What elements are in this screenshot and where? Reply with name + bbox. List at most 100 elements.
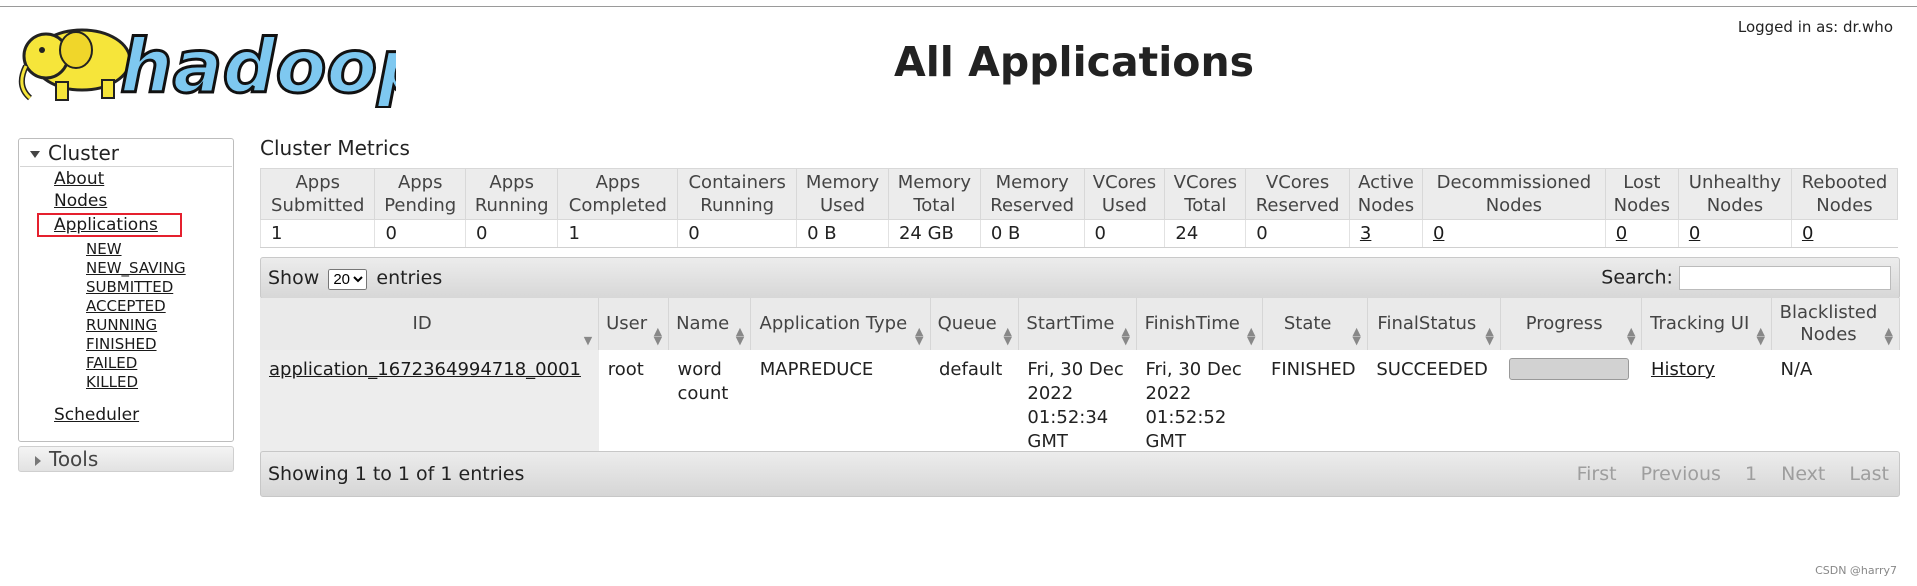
column-header-label: State	[1283, 313, 1332, 334]
app-user: root	[607, 359, 644, 380]
nav-scheduler-link[interactable]: Scheduler	[54, 405, 139, 425]
metric-header: VCores Total	[1164, 168, 1247, 220]
search-input[interactable]	[1679, 266, 1891, 290]
metric-header-word: VCores	[1092, 172, 1157, 193]
column-header-label: User	[606, 313, 648, 334]
nav-state-failed[interactable]: FAILED	[86, 354, 137, 372]
column-header[interactable]: State ▲ ▼	[1262, 298, 1368, 350]
app-final-status: SUCCEEDED	[1376, 359, 1488, 380]
column-header[interactable]: Queue ▲ ▼	[930, 298, 1019, 350]
nav-state-running[interactable]: RUNNING	[86, 316, 157, 334]
column-header[interactable]: FinishTime ▲ ▼	[1136, 298, 1263, 350]
sort-both-icon: ▲ ▼	[1627, 325, 1636, 347]
column-header-label: Nodes	[1800, 324, 1857, 345]
column-header[interactable]: Blacklisted Nodes ▲ ▼	[1771, 298, 1901, 350]
metric-header-word: Lost	[1623, 172, 1661, 193]
hadoop-logo[interactable]: hadoop	[16, 16, 432, 112]
metric-value: 1	[557, 219, 678, 248]
entries-info: Showing 1 to 1 of 1 entries	[268, 463, 525, 485]
metric-header: Decommissioned Nodes	[1421, 168, 1606, 220]
app-progress	[1500, 350, 1642, 462]
sort-both-icon: ▲ ▼	[1485, 325, 1494, 347]
metric-header-word: Apps	[489, 172, 534, 193]
metric-value-link[interactable]: 0	[1616, 223, 1627, 244]
pager-first[interactable]: First	[1577, 463, 1617, 485]
column-header[interactable]: Application Type ▲ ▼	[750, 298, 931, 350]
pagination: First Previous 1 Next Last	[1559, 463, 1889, 485]
nav-nodes-link[interactable]: Nodes	[54, 191, 107, 211]
nav-state-killed[interactable]: KILLED	[86, 373, 138, 391]
metric-header-word: Used	[1101, 195, 1147, 216]
sort-both-icon: ▲ ▼	[1121, 325, 1130, 347]
nav-applications-link[interactable]: Applications	[37, 213, 182, 237]
column-header[interactable]: Name ▲ ▼	[668, 298, 752, 350]
app-name: word count	[669, 350, 751, 462]
app-state: FINISHED	[1271, 359, 1356, 380]
column-header[interactable]: User ▲ ▼	[598, 298, 670, 350]
collapsed-triangle-icon	[35, 455, 41, 466]
pager-page-1[interactable]: 1	[1745, 463, 1757, 485]
sort-both-icon: ▲ ▼	[653, 325, 663, 347]
metric-value: 0	[677, 219, 797, 248]
app-name-line: count	[677, 383, 729, 404]
metric-value: 0	[1245, 219, 1350, 248]
metric-value-link[interactable]: 0	[1802, 223, 1813, 244]
column-header[interactable]: FinalStatus ▲ ▼	[1367, 298, 1501, 350]
metric-header-word: Used	[819, 195, 866, 216]
metric-header-word: Memory	[897, 172, 971, 193]
watermark: CSDN @harry7	[1815, 564, 1897, 577]
column-header[interactable]: Tracking UI ▲ ▼	[1641, 298, 1772, 350]
metric-value-link[interactable]: 0	[1433, 223, 1444, 244]
cluster-section-header[interactable]: Cluster	[20, 140, 232, 167]
app-start-time: Fri, 30 Dec 2022 01:52:34 GMT	[1018, 350, 1136, 462]
metric-value-link[interactable]: 3	[1360, 223, 1371, 244]
metric-header-word: Nodes	[1706, 195, 1764, 216]
column-header-label: ID	[412, 313, 432, 334]
nav-state-finished[interactable]: FINISHED	[86, 335, 157, 353]
pager-last[interactable]: Last	[1849, 463, 1889, 485]
metric-value: 0	[1604, 219, 1679, 248]
sort-both-icon: ▲ ▼	[915, 325, 924, 347]
metric-header-word: VCores	[1265, 172, 1330, 193]
metric-header-word: VCores	[1173, 172, 1237, 193]
app-tracking-ui: History	[1642, 350, 1771, 462]
metric-header-word: Running	[474, 195, 549, 216]
search-control: Search:	[1601, 266, 1891, 290]
page-size-select[interactable]: 20	[328, 269, 368, 290]
column-header[interactable]: ID ▼	[260, 298, 600, 350]
metric-value-link[interactable]: 0	[1689, 223, 1700, 244]
tools-label: Tools	[49, 447, 99, 471]
nav-about-link[interactable]: About	[54, 169, 104, 189]
metric-header: Memory Total	[887, 168, 981, 220]
applications-table: ID ▼ User ▲ ▼ Name ▲ ▼ Application Type ▲ ▼ Queue ▲ ▼…	[260, 298, 1901, 462]
metric-header: Memory Used	[796, 168, 889, 220]
show-label: Show	[268, 267, 320, 289]
metric-value: 24	[1164, 219, 1246, 248]
nav-state-accepted[interactable]: ACCEPTED	[86, 297, 166, 315]
tools-section-header[interactable]: Tools	[18, 446, 234, 472]
metric-header-word: Active	[1358, 172, 1414, 193]
app-queue: default	[939, 359, 1003, 380]
nav-state-new[interactable]: NEW	[86, 240, 122, 258]
metric-value: 1	[259, 219, 375, 248]
pager-previous[interactable]: Previous	[1641, 463, 1721, 485]
history-link[interactable]: History	[1651, 359, 1715, 380]
column-header[interactable]: Progress ▲ ▼	[1500, 298, 1643, 350]
app-id-link[interactable]: application_1672364994718_0001	[269, 359, 581, 380]
metric-header-word: Unhealthy	[1688, 172, 1781, 193]
pager-next[interactable]: Next	[1781, 463, 1825, 485]
sort-both-icon: ▲ ▼	[735, 325, 745, 347]
sort-both-icon: ▲ ▼	[1884, 325, 1893, 347]
metric-header-word: Pending	[384, 195, 457, 216]
column-header[interactable]: StartTime ▲ ▼	[1018, 298, 1137, 350]
metric-value: 0	[1083, 219, 1165, 248]
time-line: GMT	[1027, 431, 1068, 452]
metric-header-word: Nodes	[1816, 195, 1873, 216]
column-header-label: FinishTime	[1144, 313, 1240, 334]
metric-header: Unhealthy Nodes	[1677, 168, 1792, 220]
nav-state-submitted[interactable]: SUBMITTED	[86, 278, 173, 296]
metric-header: Lost Nodes	[1604, 168, 1679, 220]
sidebar-nav: Cluster About Nodes Applications NEW NEW…	[18, 138, 234, 442]
metric-value: 0 B	[796, 219, 889, 248]
nav-state-new-saving[interactable]: NEW_SAVING	[86, 259, 186, 277]
